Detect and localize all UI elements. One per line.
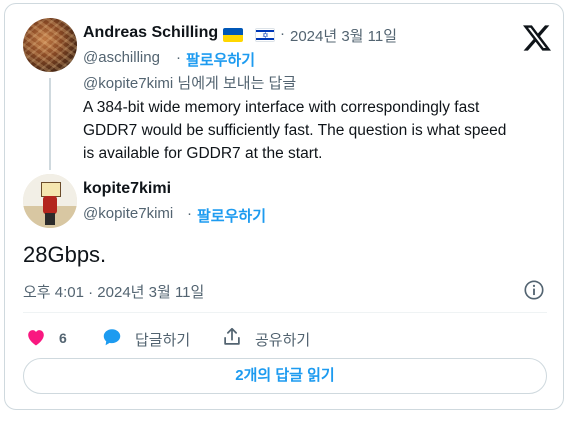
x-logo-icon[interactable] — [523, 24, 551, 52]
tweet-text: 28Gbps. — [23, 242, 107, 267]
follow-link[interactable]: 팔로우하기 — [197, 205, 266, 226]
avatar-kopite7kimi[interactable] — [23, 174, 77, 228]
author-handle[interactable]: @aschilling — [83, 49, 160, 66]
heart-icon[interactable] — [25, 326, 47, 348]
author-name[interactable]: kopite7kimi — [83, 180, 171, 198]
reply-button[interactable]: 답글하기 — [135, 329, 190, 350]
thread-connector-line — [49, 78, 51, 170]
ukraine-flag-icon — [223, 28, 243, 42]
text-line: GDDR7 would be sufficiently fast. The qu… — [83, 122, 507, 139]
read-replies-button[interactable]: 2개의 답글 읽기 — [23, 358, 547, 394]
divider — [23, 312, 547, 313]
separator-dot: · — [176, 49, 181, 66]
share-icon[interactable] — [221, 326, 243, 348]
separator-dot: · — [280, 25, 285, 42]
israel-flag-icon: ✡ — [255, 28, 275, 42]
avatar-andreas-schilling[interactable] — [23, 18, 77, 72]
text-line: is available for GDDR7 at the start. — [83, 145, 323, 162]
tweet-embed-card: Andreas Schilling ✡ · 2024년 3월 11일 @asch… — [4, 3, 564, 410]
reply-context: @kopite7kimi 님에게 보내는 답글 — [83, 75, 297, 92]
reply-bubble-icon[interactable] — [101, 326, 123, 348]
info-icon[interactable] — [523, 279, 545, 301]
author-name[interactable]: Andreas Schilling — [83, 24, 218, 42]
post-date[interactable]: 2024년 3월 11일 — [290, 25, 397, 46]
parent-tweet-text: A 384-bit wide memory interface with cor… — [83, 96, 553, 165]
text-line: A 384-bit wide memory interface with cor… — [83, 99, 480, 116]
author-handle[interactable]: @kopite7kimi — [83, 205, 173, 222]
follow-link[interactable]: 팔로우하기 — [186, 49, 255, 70]
separator-dot: · — [187, 205, 192, 222]
tweet-timestamp[interactable]: 오후 4:01 · 2024년 3월 11일 — [23, 281, 204, 302]
share-button[interactable]: 공유하기 — [255, 329, 310, 350]
like-count[interactable]: 6 — [59, 330, 67, 346]
